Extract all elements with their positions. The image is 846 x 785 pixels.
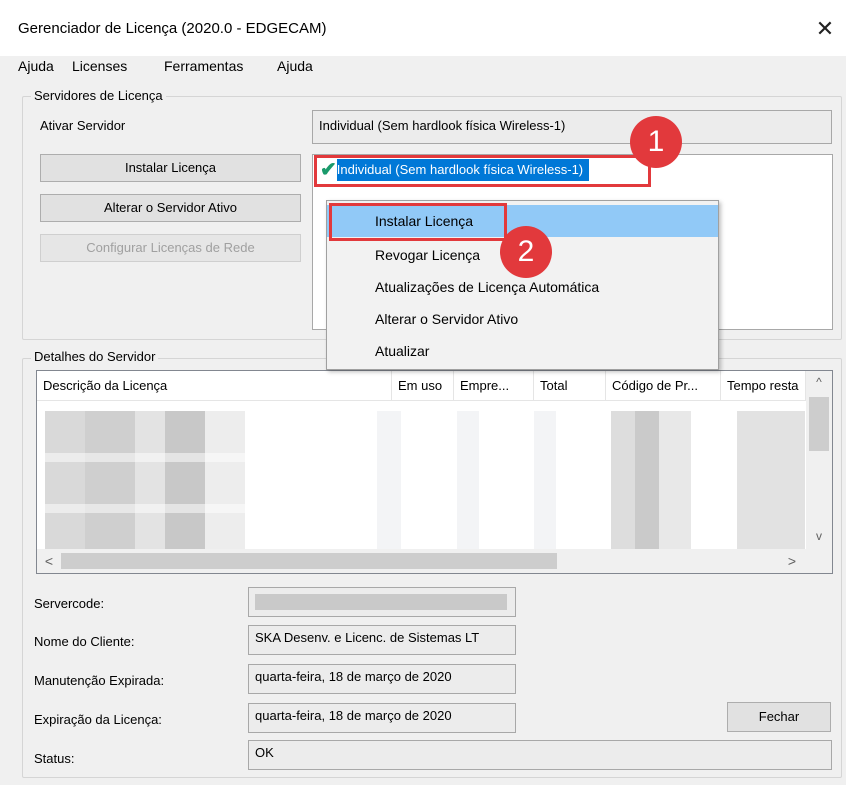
column-header-time-remaining[interactable]: Tempo resta bbox=[721, 371, 806, 401]
redacted-product-code bbox=[611, 411, 691, 561]
horizontal-scroll-thumb[interactable] bbox=[61, 553, 557, 569]
menu-bar: Ajuda Licenses Ferramentas Ajuda bbox=[0, 56, 846, 80]
install-license-button[interactable]: Instalar Licença bbox=[40, 154, 301, 182]
server-list-item[interactable]: ✔ Individual (Sem hardlook física Wirele… bbox=[320, 159, 590, 181]
maintenance-expired-label: Manutenção Expirada: bbox=[34, 673, 165, 688]
status-field: OK bbox=[248, 740, 832, 770]
redacted-row-overlay bbox=[45, 411, 245, 561]
redacted-in-use bbox=[377, 411, 401, 561]
active-server-field: Individual (Sem hardlook física Wireless… bbox=[312, 110, 832, 144]
context-menu-change-active-server[interactable]: Alterar o Servidor Ativo bbox=[327, 303, 718, 335]
menu-ajuda[interactable]: Ajuda bbox=[18, 58, 54, 74]
redacted-total bbox=[534, 411, 556, 561]
license-expiry-field: quarta-feira, 18 de março de 2020 bbox=[248, 703, 516, 733]
close-button[interactable]: Fechar bbox=[727, 702, 831, 732]
server-list-item-label: Individual (Sem hardlook física Wireless… bbox=[336, 159, 590, 181]
close-icon[interactable]: ✕ bbox=[810, 12, 840, 46]
customer-name-field: SKA Desenv. e Licenc. de Sistemas LT bbox=[248, 625, 516, 655]
window-title: Gerenciador de Licença (2020.0 - EDGECAM… bbox=[18, 20, 327, 37]
column-header-total[interactable]: Total bbox=[534, 371, 606, 401]
check-icon: ✔ bbox=[320, 159, 337, 181]
scroll-right-icon[interactable]: > bbox=[782, 553, 802, 569]
callout-box-2 bbox=[329, 203, 507, 241]
redacted-time-remaining bbox=[737, 411, 805, 561]
column-header-borrowed[interactable]: Empre... bbox=[454, 371, 534, 401]
redacted-borrowed bbox=[457, 411, 479, 561]
title-bar: Gerenciador de Licença (2020.0 - EDGECAM… bbox=[0, 0, 846, 56]
details-group-label: Detalhes do Servidor bbox=[31, 349, 159, 364]
scroll-down-icon[interactable]: v bbox=[806, 529, 832, 543]
menu-licenses[interactable]: Licenses bbox=[72, 58, 127, 74]
active-server-label: Ativar Servidor bbox=[40, 118, 126, 133]
vertical-scroll-thumb[interactable] bbox=[809, 397, 829, 451]
license-expiry-label: Expiração da Licença: bbox=[34, 712, 162, 727]
status-label: Status: bbox=[34, 751, 75, 766]
callout-badge-1: 1 bbox=[630, 116, 682, 168]
scroll-left-icon[interactable]: < bbox=[39, 553, 59, 569]
redacted-servercode bbox=[255, 594, 507, 610]
horizontal-scrollbar[interactable]: < > bbox=[37, 549, 832, 573]
context-menu-refresh[interactable]: Atualizar bbox=[327, 335, 718, 367]
column-header-in-use[interactable]: Em uso bbox=[392, 371, 454, 401]
license-table[interactable]: Descrição da Licença Em uso Empre... Tot… bbox=[36, 370, 833, 574]
servers-group-label: Servidores de Licença bbox=[31, 88, 166, 103]
maintenance-expired-field: quarta-feira, 18 de março de 2020 bbox=[248, 664, 516, 694]
column-header-description[interactable]: Descrição da Licença bbox=[37, 371, 392, 401]
change-active-server-button[interactable]: Alterar o Servidor Ativo bbox=[40, 194, 301, 222]
column-header-product-code[interactable]: Código de Pr... bbox=[606, 371, 721, 401]
callout-badge-2: 2 bbox=[500, 226, 552, 278]
menu-ferramentas[interactable]: Ferramentas bbox=[164, 58, 243, 74]
customer-name-label: Nome do Cliente: bbox=[34, 634, 135, 649]
scroll-up-icon[interactable]: ^ bbox=[806, 375, 832, 389]
vertical-scrollbar[interactable]: ^ v bbox=[806, 371, 832, 549]
configure-network-licenses-button: Configurar Licenças de Rede bbox=[40, 234, 301, 262]
servercode-label: Servercode: bbox=[34, 596, 105, 611]
servercode-field bbox=[248, 587, 516, 617]
menu-ajuda-2[interactable]: Ajuda bbox=[277, 58, 313, 74]
